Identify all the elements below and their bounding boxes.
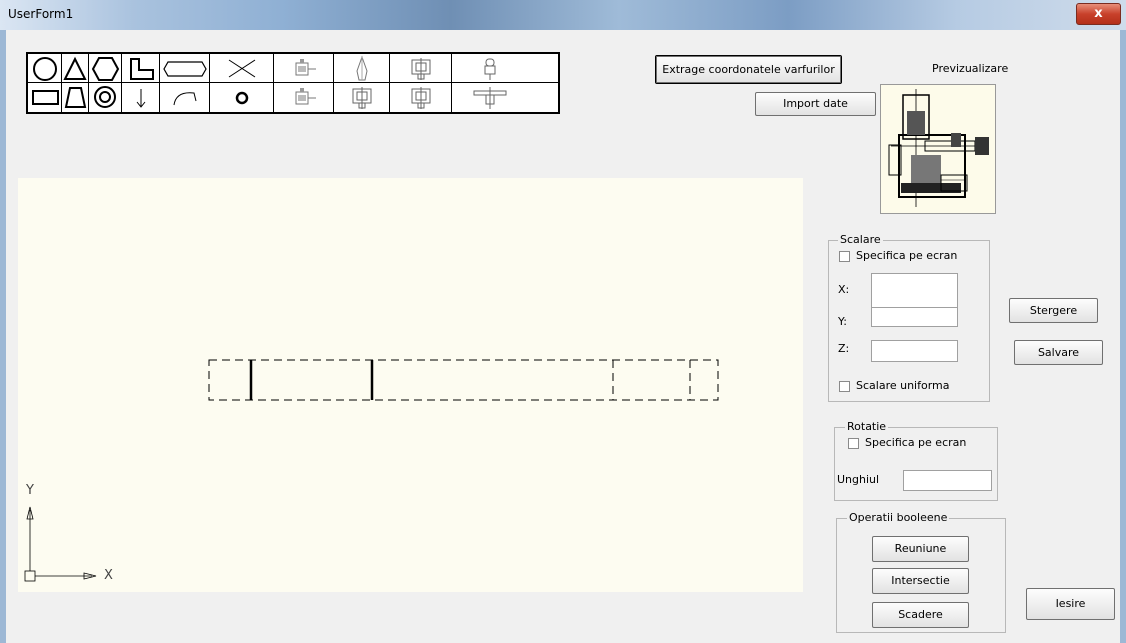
- concentric-circles-icon[interactable]: [89, 83, 122, 112]
- delete-button[interactable]: Stergere: [1009, 298, 1098, 323]
- scaling-uniform-label: Scalare uniforma: [856, 379, 950, 392]
- scale-z-input[interactable]: [871, 340, 958, 362]
- rectangle-icon[interactable]: [28, 83, 62, 112]
- rotation-specify-label: Specifica pe ecran: [865, 436, 967, 449]
- scale-y-label: Y:: [838, 315, 847, 328]
- triangle-icon[interactable]: [62, 54, 89, 83]
- arrow-down-icon[interactable]: [122, 83, 160, 112]
- save-button[interactable]: Salvare: [1014, 340, 1103, 365]
- flange-part-icon[interactable]: [390, 54, 452, 83]
- y-axis-label: Y: [26, 483, 34, 498]
- valve-part-2-icon[interactable]: [452, 83, 558, 112]
- x-axis-label: X: [104, 568, 113, 583]
- rotation-group-title: Rotatie: [845, 420, 889, 433]
- shape-palette: [26, 52, 560, 114]
- scale-y-input[interactable]: [871, 307, 958, 327]
- circle-icon[interactable]: [28, 54, 62, 83]
- tapered-part-icon[interactable]: [334, 54, 390, 83]
- preview-image: [880, 84, 996, 214]
- hexagon-icon[interactable]: [89, 54, 122, 83]
- trapezoid-icon[interactable]: [62, 83, 89, 112]
- flange-part-3-icon[interactable]: [390, 83, 452, 112]
- cross-icon[interactable]: [210, 54, 274, 83]
- extract-coordinates-button[interactable]: Extrage coordonatele varfurilor: [655, 55, 842, 84]
- scale-x-input[interactable]: [871, 273, 958, 309]
- union-button[interactable]: Reuniune: [872, 536, 969, 562]
- rotation-specify-checkbox[interactable]: [848, 438, 859, 449]
- scaling-uniform-checkbox[interactable]: [839, 381, 850, 392]
- window-title: UserForm1: [8, 7, 74, 21]
- preview-label: Previzualizare: [932, 62, 1009, 75]
- assembly-drawing-icon: [888, 89, 989, 207]
- angle-label: Unghiul: [837, 473, 880, 486]
- arc-icon[interactable]: [160, 83, 210, 112]
- part-view-2-icon[interactable]: [274, 83, 334, 112]
- scaling-group-title: Scalare: [838, 233, 883, 246]
- angle-input[interactable]: [903, 470, 992, 491]
- drawing-shapes: [208, 359, 719, 401]
- scaling-specify-checkbox[interactable]: [839, 251, 850, 262]
- rounded-slot-icon[interactable]: [160, 54, 210, 83]
- exit-button[interactable]: Iesire: [1026, 588, 1115, 620]
- scale-x-label: X:: [838, 283, 850, 296]
- flange-part-2-icon[interactable]: [334, 83, 390, 112]
- drawing-canvas[interactable]: Y X: [18, 178, 803, 592]
- scale-z-label: Z:: [838, 342, 850, 355]
- l-profile-icon[interactable]: [122, 54, 160, 83]
- small-circle-icon[interactable]: [210, 83, 274, 112]
- import-data-button[interactable]: Import date: [755, 92, 876, 116]
- scaling-specify-label: Specifica pe ecran: [856, 249, 958, 262]
- valve-part-icon[interactable]: [452, 54, 558, 83]
- part-view-1-icon[interactable]: [274, 54, 334, 83]
- subtraction-button[interactable]: Scadere: [872, 602, 969, 628]
- title-bar: UserForm1 x: [0, 0, 1126, 30]
- close-button[interactable]: x: [1076, 3, 1121, 25]
- boolean-ops-title: Operatii booleene: [847, 511, 950, 524]
- intersection-button[interactable]: Intersectie: [872, 568, 969, 594]
